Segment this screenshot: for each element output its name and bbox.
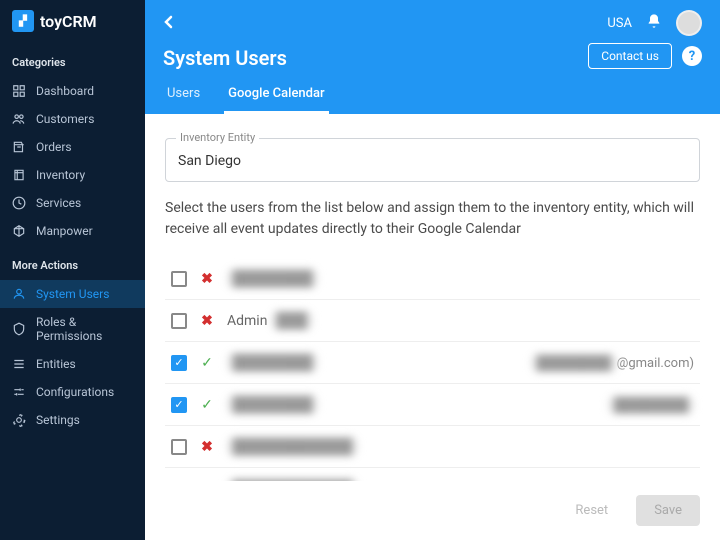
user-row: ✖ Admin ███ [165,300,700,342]
users-icon [12,287,26,301]
sidebar-item-inventory[interactable]: Inventory [0,161,145,189]
contact-us-button[interactable]: Contact us [588,43,672,69]
nav-label: System Users [36,287,109,301]
sidebar-item-roles-permissions[interactable]: Roles & Permissions [0,308,145,350]
user-name: ████████ [227,268,318,289]
settings-icon [12,413,26,427]
inventory-entity-label: Inventory Entity [176,131,259,144]
entities-icon [12,357,26,371]
user-row: ✖████████████ [165,468,700,481]
linked-icon: ✓ [199,355,215,371]
roles-icon [12,322,26,336]
user-checkbox[interactable] [171,439,187,455]
user-name: ████████████ [227,478,358,481]
nav-label: Manpower [36,224,93,238]
user-row: ✖ ████████████ [165,426,700,468]
user-email: ████████@gmail.com) [531,353,694,373]
sidebar-item-manpower[interactable]: Manpower [0,217,145,245]
inventory-entity-field[interactable]: Inventory Entity San Diego [165,138,700,182]
user-email: ████████ [608,395,694,415]
nav-label: Services [36,196,81,210]
sidebar: ▞ toyCRM Categories Dashboard Customers Or… [0,0,145,540]
sidebar-item-entities[interactable]: Entities [0,350,145,378]
not-linked-icon: ✖ [199,439,215,455]
inventory-icon [12,168,26,182]
brand-icon: ▞ [12,10,34,32]
user-row: ✖ ████████ [165,258,700,300]
brand-name: toyCRM [40,12,97,31]
user-checkbox[interactable] [171,313,187,329]
user-checkbox[interactable]: ✓ [171,355,187,371]
nav-label: Entities [36,357,76,371]
brand: ▞ toyCRM [0,0,145,42]
user-row: ✓ ✓ ████████ ████████@gmail.com) [165,342,700,384]
user-row: ✓ ✓ ████████ ████████ [165,384,700,426]
user-avatar[interactable] [676,10,702,36]
page-title: System Users [163,36,287,76]
more-actions-heading: More Actions [0,245,145,280]
config-icon [12,385,26,399]
user-checkbox[interactable]: ✓ [171,397,187,413]
tab-google-calendar[interactable]: Google Calendar [224,76,328,114]
linked-icon: ✓ [199,397,215,413]
tabs: Users Google Calendar [163,76,702,114]
user-name: Admin ███ [227,310,313,331]
sidebar-item-services[interactable]: Services [0,189,145,217]
services-icon [12,196,26,210]
sidebar-item-configurations[interactable]: Configurations [0,378,145,406]
user-name: ████████████ [227,436,358,457]
nav-label: Customers [36,112,94,126]
nav-label: Dashboard [36,84,94,98]
orders-icon [12,140,26,154]
nav-label: Inventory [36,168,85,182]
save-button[interactable]: Save [636,495,700,526]
reset-button[interactable]: Reset [557,495,626,526]
not-linked-icon: ✖ [199,313,215,329]
sidebar-item-customers[interactable]: Customers [0,105,145,133]
sidebar-item-system-users[interactable]: System Users [0,280,145,308]
notifications-icon[interactable] [646,13,662,33]
manpower-icon [12,224,26,238]
nav-label: Settings [36,413,80,427]
inventory-entity-value: San Diego [178,153,687,169]
sidebar-item-settings[interactable]: Settings [0,406,145,434]
not-linked-icon: ✖ [199,271,215,287]
sidebar-item-dashboard[interactable]: Dashboard [0,77,145,105]
tab-users[interactable]: Users [163,76,204,114]
user-name: ████████ [227,394,318,415]
sidebar-item-orders[interactable]: Orders [0,133,145,161]
nav-label: Roles & Permissions [36,315,133,343]
description-text: Select the users from the list below and… [165,198,700,240]
nav-label: Configurations [36,385,114,399]
customers-icon [12,112,26,126]
help-icon[interactable]: ? [682,46,702,66]
user-checkbox[interactable] [171,271,187,287]
dashboard-icon [12,84,26,98]
header: USA System Users Contact us ? Users Googl… [145,0,720,114]
nav-label: Orders [36,140,72,154]
region-label[interactable]: USA [607,16,632,31]
user-name: ████████ [227,352,318,373]
back-button[interactable] [163,14,173,33]
categories-heading: Categories [0,42,145,77]
